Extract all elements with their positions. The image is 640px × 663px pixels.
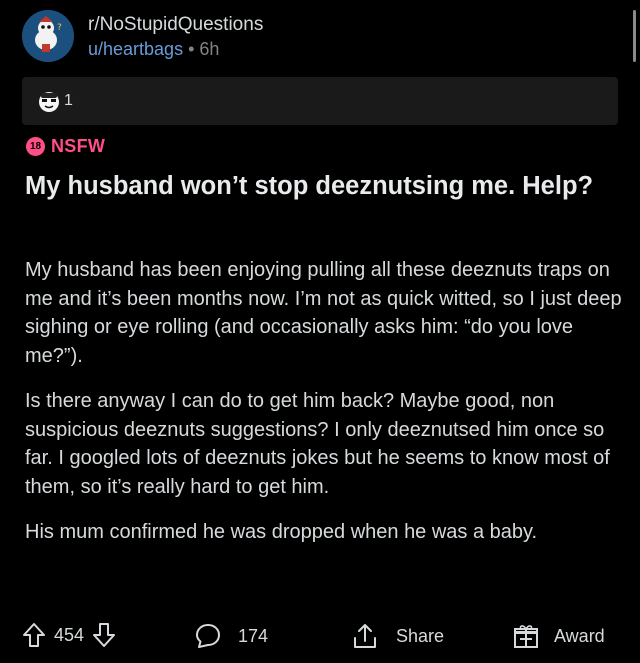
vote-group: 454 — [22, 622, 116, 648]
action-bar: 454 174 Share Award — [22, 618, 622, 654]
award-button[interactable]: Award — [512, 622, 605, 650]
share-icon — [354, 624, 376, 648]
comments-button[interactable]: 174 — [194, 622, 268, 650]
gift-icon — [514, 625, 538, 648]
awards-bar[interactable]: 1 — [22, 77, 618, 125]
subreddit-name[interactable]: r/NoStupidQuestions — [88, 12, 263, 37]
meta-separator: • — [188, 38, 195, 59]
post-age: 6h — [199, 38, 220, 59]
upvote-icon[interactable] — [22, 622, 46, 648]
svg-text:?: ? — [57, 23, 62, 33]
subreddit-avatar[interactable]: ? — [22, 10, 74, 62]
share-button[interactable]: Share — [352, 622, 444, 650]
post-header: ? r/NoStupidQuestions u/heartbags • 6h — [22, 10, 263, 62]
username-link[interactable]: u/heartbags — [88, 39, 183, 59]
comment-count: 174 — [238, 625, 269, 646]
award-count: 1 — [64, 92, 73, 109]
scrollbar[interactable] — [633, 10, 636, 62]
nsfw-label: NSFW — [51, 136, 106, 156]
share-label: Share — [396, 625, 445, 646]
vote-score: 454 — [54, 624, 85, 645]
nsfw-tag: 18 NSFW — [26, 136, 105, 157]
award-label: Award — [554, 625, 605, 646]
comment-icon — [196, 624, 220, 648]
post-title[interactable]: My husband won’t stop deeznutsing me. He… — [25, 170, 615, 203]
downvote-icon[interactable] — [92, 622, 116, 648]
award-face-icon — [39, 92, 59, 112]
post-paragraph: His mum confirmed he was dropped when he… — [25, 521, 538, 543]
post-body: My husband has been enjoying pulling all… — [25, 256, 625, 564]
post-paragraph: My husband has been enjoying pulling all… — [25, 259, 622, 367]
nsfw-18-icon: 18 — [26, 137, 45, 156]
post-paragraph: Is there anyway I can do to get him back… — [25, 390, 610, 498]
